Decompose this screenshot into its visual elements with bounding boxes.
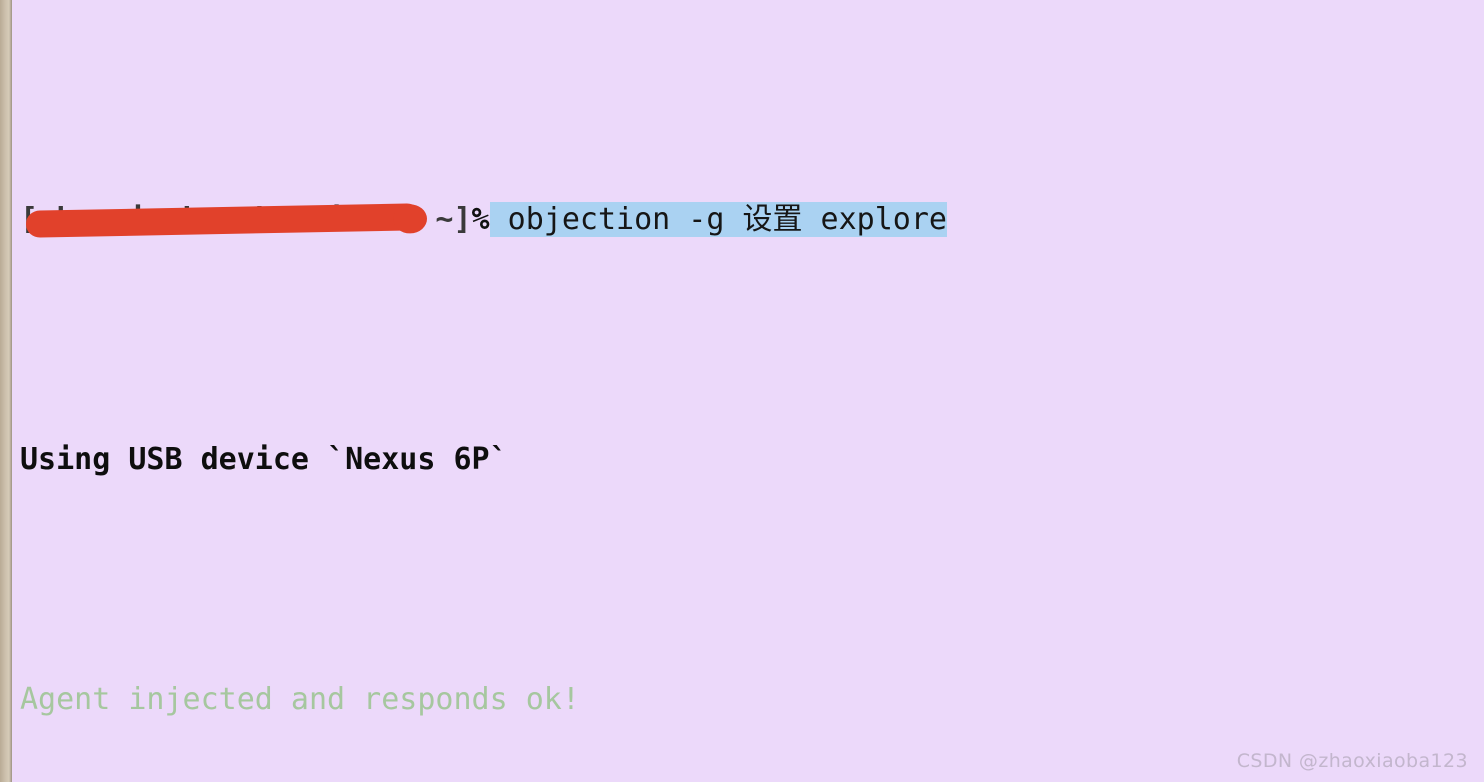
usb-device-line: Using USB device `Nexus 6P` xyxy=(20,442,508,477)
csdn-watermark: CSDN @zhaoxiaoba123 xyxy=(1236,750,1468,772)
terminal-screenshot: [zhaoxiaoba@zhaoxiaoba ~]% objection -g … xyxy=(0,0,1484,782)
window-left-edge xyxy=(0,0,12,782)
shell-command-line[interactable]: [zhaoxiaoba@zhaoxiaoba ~]% objection -g … xyxy=(20,196,1484,244)
terminal-window[interactable]: [zhaoxiaoba@zhaoxiaoba ~]% objection -g … xyxy=(12,0,1484,782)
shell-prompt-symbol: % xyxy=(471,202,490,237)
shell-command-text[interactable]: objection -g 设置 explore xyxy=(489,202,947,237)
agent-status-line: Agent injected and responds ok! xyxy=(20,682,580,717)
terminal-output: [zhaoxiaoba@zhaoxiaoba ~]% objection -g … xyxy=(12,0,1484,782)
